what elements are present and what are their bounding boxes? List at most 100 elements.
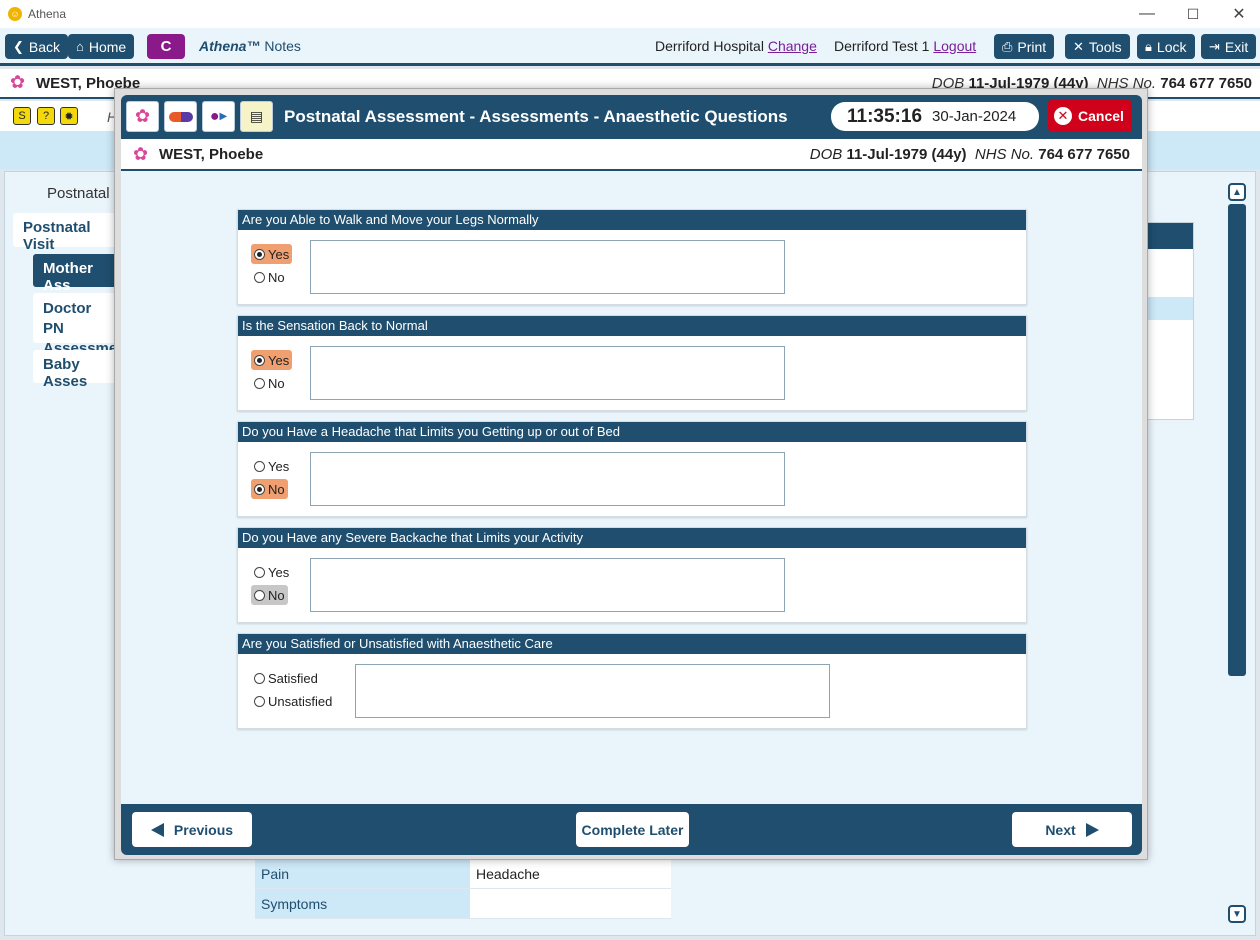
home-button[interactable]: ⌂ Home [68, 34, 135, 59]
home-label: Home [88, 38, 127, 55]
radio-icon [254, 354, 265, 366]
table-key: Pain [255, 859, 470, 888]
next-label: Next [1045, 821, 1076, 838]
option-no[interactable]: No [251, 267, 288, 287]
question-title: Is the Sensation Back to Normal [238, 316, 1026, 336]
comment-field[interactable] [310, 346, 785, 400]
patient-name: WEST, Phoebe [159, 146, 264, 163]
question-title: Do you Have a Headache that Limits you G… [238, 422, 1026, 442]
option-unsatisfied[interactable]: Unsatisfied [251, 691, 335, 711]
option-satisfied[interactable]: Satisfied [251, 668, 321, 688]
nav-mother-assessment[interactable]: Mother Ass [33, 254, 123, 294]
baby-icon[interactable]: ● ▶ [202, 101, 235, 132]
back-label: Back [28, 38, 61, 55]
comment-field[interactable] [310, 240, 785, 294]
dialog-patient-banner: ✿ WEST, Phoebe DOB 11-Jul-1979 (44y) NHS… [121, 139, 1142, 171]
table-value [470, 889, 671, 918]
arrow-left-icon [150, 822, 164, 837]
radio-icon [254, 695, 265, 707]
lock-icon: 🔒︎ [1145, 38, 1152, 54]
nav-doctor-pn-assessment[interactable]: Doctor PN Assessmen [33, 293, 126, 357]
question-title: Are you Able to Walk and Move your Legs … [238, 210, 1026, 230]
chevron-left-icon: ❮ [13, 38, 24, 54]
exit-button[interactable]: ⇥ Exit [1201, 34, 1257, 59]
radio-icon [254, 483, 265, 495]
comment-field[interactable] [310, 452, 785, 506]
help-icon[interactable]: ? [37, 107, 55, 125]
previous-label: Previous [173, 821, 234, 838]
table-row: Symptoms [255, 889, 671, 919]
option-yes[interactable]: Yes [251, 562, 292, 582]
close-button[interactable]: ✕ [1216, 0, 1260, 28]
option-label: No [268, 375, 285, 391]
option-label: Yes [268, 564, 290, 580]
print-button[interactable]: ⎙ Print [994, 34, 1055, 59]
cancel-button[interactable]: ✕ Cancel [1048, 100, 1132, 132]
radio-icon [254, 566, 265, 578]
exit-label: Exit [1224, 38, 1249, 55]
scroll-down-icon[interactable]: ▼ [1228, 905, 1246, 923]
close-circle-icon: ✕ [1054, 107, 1072, 125]
nav-baby-assessment[interactable]: Baby Asses [33, 350, 123, 390]
tools-button[interactable]: ✕ Tools [1065, 34, 1130, 59]
option-yes[interactable]: Yes [251, 456, 292, 476]
next-button[interactable]: Next [1012, 812, 1132, 847]
background-summary-table: Pain Headache Symptoms [255, 859, 671, 919]
dob-label: DOB [809, 146, 843, 163]
notes-icon[interactable]: ▤ [240, 101, 273, 132]
arrow-right-icon [1085, 822, 1099, 837]
logout-link[interactable]: Logout [933, 38, 976, 54]
vertical-scrollbar[interactable]: ▲ ▼ [1228, 183, 1246, 925]
option-no[interactable]: No [251, 479, 288, 499]
option-no[interactable]: No [251, 373, 288, 393]
brand-name: Athena™ [199, 38, 261, 54]
question-title: Are you Satisfied or Unsatisfied with An… [238, 634, 1026, 654]
radio-icon [254, 589, 265, 601]
question-satisfaction: Are you Satisfied or Unsatisfied with An… [237, 633, 1027, 729]
athena-logo-icon: ☺ [8, 7, 22, 21]
comment-field[interactable] [310, 558, 785, 612]
previous-button[interactable]: Previous [132, 812, 252, 847]
medication-icon[interactable] [164, 101, 197, 132]
table-key: Symptoms [255, 889, 470, 918]
main-toolbar: ❮ Back ⌂ Home C Athena™ Notes Derriford Ho… [0, 28, 1260, 66]
option-yes[interactable]: Yes [251, 244, 293, 264]
option-label: Satisfied [268, 670, 318, 686]
brand-suffix: Notes [264, 38, 301, 54]
alert-s-icon[interactable]: S [13, 107, 31, 125]
radio-icon [254, 248, 265, 260]
nhs-label: NHS No. [974, 146, 1035, 163]
user-name: Derriford Test 1 [834, 38, 930, 54]
scroll-up-icon[interactable]: ▲ [1228, 183, 1246, 201]
comment-field[interactable] [355, 664, 830, 718]
question-title: Do you Have any Severe Backache that Lim… [238, 528, 1026, 548]
dialog-header: ✿ ● ▶ ▤ Postnatal Assessment - Assessment… [121, 95, 1142, 139]
complete-later-button[interactable]: Complete Later [576, 812, 689, 847]
option-label: Yes [268, 246, 290, 262]
nav-postnatal-visit[interactable]: Postnatal Visit [13, 213, 123, 253]
option-label: Yes [268, 458, 290, 474]
option-label: No [268, 269, 285, 285]
change-hospital-link[interactable]: Change [768, 38, 817, 54]
nhs-value: 764 677 7650 [1160, 75, 1252, 92]
home-icon: ⌂ [76, 39, 84, 54]
table-value: Headache [470, 859, 671, 888]
back-button[interactable]: ❮ Back [5, 34, 69, 59]
option-label: No [268, 587, 285, 603]
table-row: Pain Headache [255, 859, 671, 889]
question-sensation: Is the Sensation Back to Normal Yes No [237, 315, 1027, 411]
print-label: Print [1017, 38, 1047, 55]
scroll-thumb[interactable] [1228, 204, 1246, 676]
c-button[interactable]: C [147, 34, 185, 59]
flower-icon[interactable]: ✿ [126, 101, 159, 132]
settings-icon[interactable]: ✹ [60, 107, 78, 125]
minimize-button[interactable]: — [1124, 0, 1170, 28]
flower-icon: ✿ [10, 72, 26, 92]
lock-button[interactable]: 🔒︎ Lock [1137, 34, 1195, 59]
option-yes[interactable]: Yes [251, 350, 293, 370]
dialog-body: ✿ ● ▶ ▤ Postnatal Assessment - Assessment… [121, 95, 1142, 855]
maximize-button[interactable]: ☐ [1170, 0, 1216, 28]
tools-icon: ✕ [1073, 38, 1084, 54]
option-no[interactable]: No [251, 585, 288, 605]
date-value: 30-Jan-2024 [932, 108, 1017, 125]
